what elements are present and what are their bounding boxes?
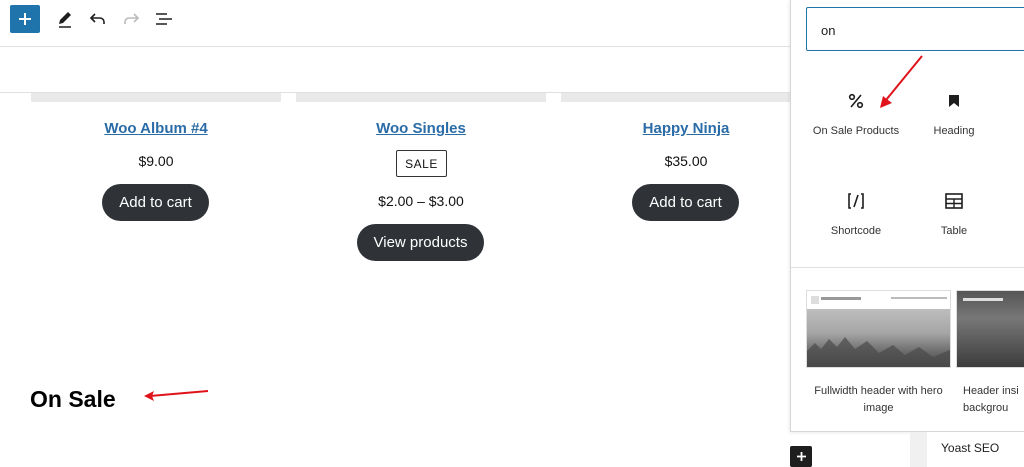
undo-icon [89,13,105,24]
pattern-preview[interactable] [806,290,951,368]
pattern-preview[interactable] [956,290,1024,368]
sale-badge: SALE [396,150,447,177]
pencil-icon [59,12,71,28]
product-title-link[interactable]: Woo Singles [301,120,541,137]
block-label: Heading [933,125,975,137]
panel-divider [791,267,1024,268]
pattern-label: Header insi backgrou [963,385,1019,414]
block-label: On Sale Products [812,125,900,137]
product-image [561,93,811,102]
pattern-label: Fullwidth header with hero image [814,385,943,414]
plus-icon [19,13,31,25]
list-view-icon [156,13,172,25]
table-icon [945,193,963,209]
on-sale-heading[interactable]: On Sale [30,386,116,413]
product-image [31,93,281,102]
search-input[interactable]: on [806,7,1024,51]
add-to-cart-button[interactable]: Add to cart [102,184,209,221]
add-to-cart-button[interactable]: Add to cart [632,184,739,221]
block-label: Shortcode [830,225,882,237]
redo-button[interactable] [120,8,142,30]
plus-icon [796,452,806,461]
tools-button[interactable] [54,8,76,30]
block-label: Table [940,225,968,237]
toggle-inserter-button[interactable] [10,5,40,33]
block-shortcode[interactable]: Shortcode [806,188,906,239]
yoast-seo-panel[interactable]: Yoast SEO [927,432,1024,467]
product-price: $35.00 [664,153,708,169]
undo-button[interactable] [87,8,109,30]
add-block-button[interactable] [790,446,812,467]
shortcode-icon [848,193,864,209]
percent-icon [848,93,864,109]
product-image [296,93,546,102]
forest-image-icon [807,337,950,367]
annotation-arrow-icon [880,55,923,108]
bookmark-icon [949,95,959,107]
view-products-button[interactable]: View products [357,224,484,261]
product-title-link[interactable]: Woo Album #4 [36,120,276,137]
block-table[interactable]: Table [904,188,1004,239]
product-price: $2.00 – $3.00 [378,193,464,209]
toolbar-divider [0,46,790,47]
product-price: $9.00 [138,153,174,169]
product-title-link[interactable]: Happy Ninja [566,120,806,137]
document-overview-button[interactable] [153,8,175,30]
annotation-arrow-icon [144,390,209,401]
redo-icon [124,13,140,24]
